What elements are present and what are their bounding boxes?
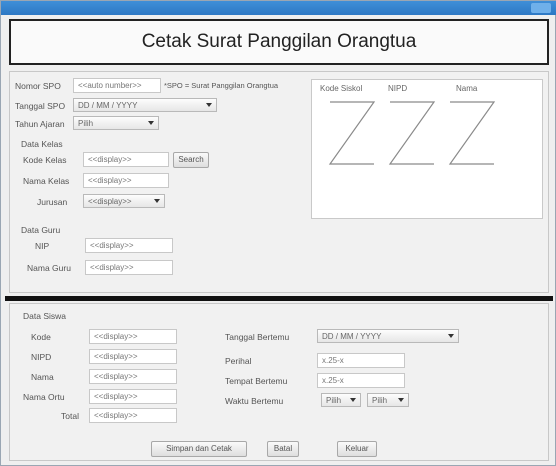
- tahun-ajaran-select[interactable]: Pilih: [73, 116, 159, 130]
- nip-label: NIP: [35, 241, 50, 251]
- simpan-cetak-button[interactable]: Simpan dan Cetak: [151, 441, 247, 457]
- tahun-ajaran-value: Pilih: [78, 119, 94, 128]
- siswa-table[interactable]: Kode Siskol NIPD Nama: [311, 79, 543, 219]
- tanggal-bertemu-label: Tanggal Bertemu: [225, 332, 290, 342]
- nipd-label: NIPD: [31, 352, 52, 362]
- jurusan-label: Jurusan: [37, 197, 68, 207]
- total-field[interactable]: <<display>>: [89, 408, 177, 423]
- search-button[interactable]: Search: [173, 152, 209, 168]
- waktu-menit-select[interactable]: Pilih: [367, 393, 409, 407]
- kode-field[interactable]: <<display>>: [89, 329, 177, 344]
- chevron-down-icon: [350, 398, 356, 402]
- total-label: Total: [61, 411, 79, 421]
- tanggal-spo-select[interactable]: DD / MM / YYYY: [73, 98, 217, 112]
- jurusan-value: <<display>>: [88, 197, 132, 206]
- tanggal-spo-label: Tanggal SPO: [15, 101, 66, 111]
- chevron-down-icon: [206, 103, 212, 107]
- data-siswa-group-label: Data Siswa: [23, 311, 66, 321]
- nama-guru-label: Nama Guru: [27, 263, 71, 273]
- kode-label: Kode: [31, 332, 51, 342]
- spo-note: *SPO = Surat Panggilan Orangtua: [164, 81, 279, 90]
- waktu-bertemu-label: Waktu Bertemu: [225, 396, 284, 406]
- jurusan-select[interactable]: <<display>>: [83, 194, 165, 208]
- column-header[interactable]: Nama: [456, 84, 477, 93]
- title-bar: [1, 1, 556, 15]
- nipd-field[interactable]: <<display>>: [89, 349, 177, 364]
- empty-placeholder-icon: [328, 101, 376, 165]
- nama-label: Nama: [31, 372, 54, 382]
- nomor-spo-field[interactable]: <<auto number>>: [73, 78, 161, 93]
- nama-kelas-label: Nama Kelas: [23, 176, 70, 186]
- batal-button[interactable]: Batal: [267, 441, 299, 457]
- chevron-down-icon: [448, 334, 454, 338]
- tempat-bertemu-field[interactable]: x.25-x: [317, 373, 405, 388]
- data-kelas-group-label: Data Kelas: [21, 139, 63, 149]
- header-banner: Cetak Surat Panggilan Orangtua: [9, 19, 549, 65]
- nomor-spo-label: Nomor SPO: [15, 81, 61, 91]
- waktu-jam-value: Pilih: [326, 396, 342, 405]
- waktu-menit-value: Pilih: [372, 396, 388, 405]
- kode-kelas-label: Kode Kelas: [23, 155, 67, 165]
- tanggal-spo-value: DD / MM / YYYY: [78, 101, 138, 110]
- nip-field[interactable]: <<display>>: [85, 238, 173, 253]
- tahun-ajaran-label: Tahun Ajaran: [15, 119, 65, 129]
- nama-field[interactable]: <<display>>: [89, 369, 177, 384]
- kode-kelas-field[interactable]: <<display>>: [83, 152, 169, 167]
- tanggal-bertemu-value: DD / MM / YYYY: [322, 332, 382, 341]
- perihal-field[interactable]: x.25-x: [317, 353, 405, 368]
- column-header[interactable]: NIPD: [388, 84, 407, 93]
- keluar-button[interactable]: Keluar: [337, 441, 377, 457]
- tanggal-bertemu-select[interactable]: DD / MM / YYYY: [317, 329, 459, 343]
- waktu-jam-select[interactable]: Pilih: [321, 393, 361, 407]
- nama-ortu-label: Nama Ortu: [23, 392, 65, 402]
- empty-placeholder-icon: [388, 101, 436, 165]
- nama-kelas-field[interactable]: <<display>>: [83, 173, 169, 188]
- nama-guru-field[interactable]: <<display>>: [85, 260, 173, 275]
- column-header[interactable]: Kode Siskol: [320, 84, 362, 93]
- data-guru-group-label: Data Guru: [21, 225, 61, 235]
- chevron-down-icon: [154, 199, 160, 203]
- tempat-bertemu-label: Tempat Bertemu: [225, 376, 288, 386]
- perihal-label: Perihal: [225, 356, 252, 366]
- nama-ortu-field[interactable]: <<display>>: [89, 389, 177, 404]
- page-title: Cetak Surat Panggilan Orangtua: [141, 31, 417, 52]
- empty-placeholder-icon: [448, 101, 496, 165]
- chevron-down-icon: [148, 121, 154, 125]
- section-divider: [5, 296, 553, 301]
- app-window: Cetak Surat Panggilan Orangtua Nomor SPO…: [0, 0, 556, 466]
- chevron-down-icon: [398, 398, 404, 402]
- window-controls[interactable]: [531, 3, 551, 13]
